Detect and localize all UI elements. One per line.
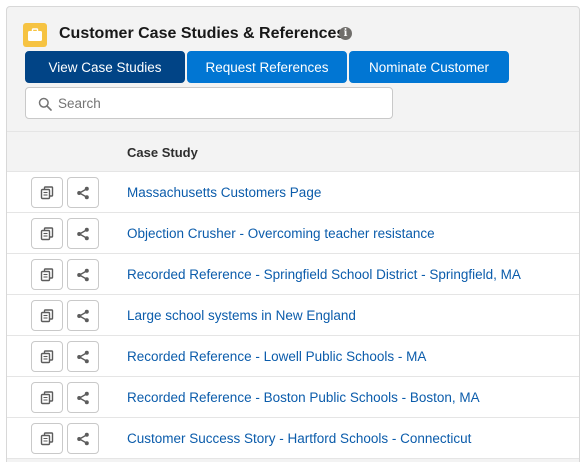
table-row: Customer Success Story - Hartford School… — [7, 418, 579, 459]
case-study-table: Case Study Massachusetts Customers Page — [7, 131, 579, 459]
card-header: Customer Case Studies & References i Vie… — [7, 7, 579, 131]
copy-button[interactable] — [31, 177, 63, 208]
copy-button[interactable] — [31, 218, 63, 249]
table-row: Recorded Reference - Lowell Public Schoo… — [7, 336, 579, 377]
share-icon — [77, 350, 89, 363]
table-row: Massachusetts Customers Page — [7, 172, 579, 213]
case-studies-card: Customer Case Studies & References i Vie… — [6, 6, 580, 462]
share-icon — [77, 227, 89, 240]
case-study-link[interactable]: Recorded Reference - Boston Public Schoo… — [127, 390, 480, 405]
share-icon — [77, 268, 89, 281]
copy-button[interactable] — [31, 341, 63, 372]
search-icon — [38, 97, 52, 111]
copy-icon — [40, 226, 54, 240]
table-row: Large school systems in New England — [7, 295, 579, 336]
search-box — [25, 87, 393, 119]
share-button[interactable] — [67, 218, 99, 249]
table-row: Recorded Reference - Springfield School … — [7, 254, 579, 295]
table-body: Massachusetts Customers Page Objection C… — [7, 172, 579, 459]
case-study-link[interactable]: Objection Crusher - Overcoming teacher r… — [127, 226, 435, 241]
copy-icon — [40, 349, 54, 363]
case-study-link[interactable]: Recorded Reference - Lowell Public Schoo… — [127, 349, 426, 364]
copy-icon — [40, 390, 54, 404]
copy-button[interactable] — [31, 382, 63, 413]
table-row: Recorded Reference - Boston Public Schoo… — [7, 377, 579, 418]
share-icon — [77, 186, 89, 199]
page-title: Customer Case Studies & References — [59, 25, 346, 42]
briefcase-icon — [23, 23, 47, 47]
copy-icon — [40, 431, 54, 445]
share-button[interactable] — [67, 341, 99, 372]
request-references-button[interactable]: Request References — [187, 51, 347, 83]
copy-icon — [40, 308, 54, 322]
table-row: Objection Crusher - Overcoming teacher r… — [7, 213, 579, 254]
case-study-link[interactable]: Customer Success Story - Hartford School… — [127, 431, 471, 446]
share-icon — [77, 309, 89, 322]
copy-icon — [40, 267, 54, 281]
copy-icon — [40, 185, 54, 199]
case-study-link[interactable]: Massachusetts Customers Page — [127, 185, 321, 200]
share-button[interactable] — [67, 382, 99, 413]
share-button[interactable] — [67, 177, 99, 208]
copy-button[interactable] — [31, 423, 63, 454]
column-header-case-study: Case Study — [127, 145, 198, 160]
share-button[interactable] — [67, 423, 99, 454]
nominate-customer-button[interactable]: Nominate Customer — [349, 51, 509, 83]
share-button[interactable] — [67, 300, 99, 331]
copy-button[interactable] — [31, 259, 63, 290]
case-study-link[interactable]: Recorded Reference - Springfield School … — [127, 267, 521, 282]
table-header: Case Study — [7, 131, 579, 172]
share-icon — [77, 432, 89, 445]
view-case-studies-button[interactable]: View Case Studies — [25, 51, 185, 83]
share-button[interactable] — [67, 259, 99, 290]
case-study-link[interactable]: Large school systems in New England — [127, 308, 356, 323]
search-input[interactable] — [58, 88, 388, 118]
share-icon — [77, 391, 89, 404]
copy-button[interactable] — [31, 300, 63, 331]
info-icon[interactable]: i — [339, 27, 352, 40]
